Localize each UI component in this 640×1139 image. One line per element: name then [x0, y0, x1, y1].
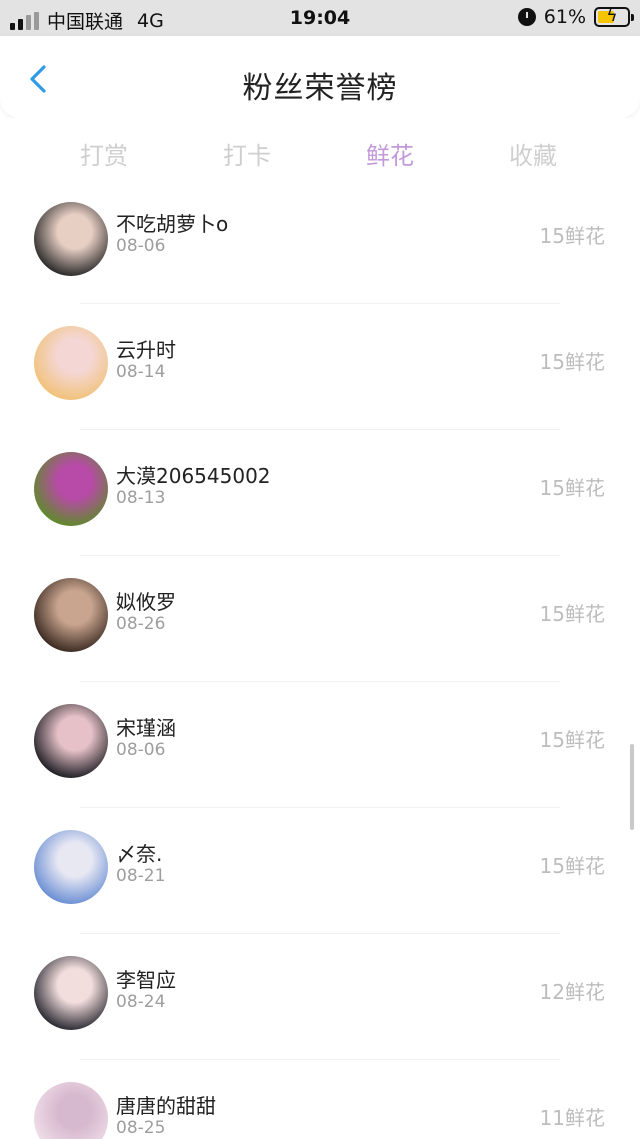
screen: 中国联通 4G 19:04 61% ϟ 粉丝荣誉榜 打赏 打卡 鲜花 收藏 不吃… — [0, 0, 640, 1139]
fan-list[interactable]: 不吃胡萝卜o 08-06 15鲜花 云升时 08-14 15鲜花 大漠20654… — [0, 198, 640, 1139]
flower-count: 15鲜花 — [539, 728, 605, 752]
list-item[interactable]: 宋瑾涵 08-06 15鲜花 — [0, 682, 640, 808]
avatar[interactable] — [34, 704, 108, 778]
flower-count: 15鲜花 — [539, 854, 605, 878]
avatar[interactable] — [34, 830, 108, 904]
fan-name: 〆奈. — [116, 842, 163, 866]
fan-name: 李智应 — [116, 968, 176, 992]
fan-date: 08-21 — [116, 866, 166, 886]
avatar[interactable] — [34, 1082, 108, 1139]
fan-date: 08-14 — [116, 362, 166, 382]
flower-count: 12鲜花 — [539, 980, 605, 1004]
alarm-icon — [517, 8, 536, 26]
nav-header: 粉丝荣誉榜 — [0, 36, 640, 118]
bolt-icon: ϟ — [606, 6, 618, 26]
list-item[interactable]: 李智应 08-24 12鲜花 — [0, 934, 640, 1060]
fan-date: 08-06 — [116, 236, 166, 256]
avatar[interactable] — [34, 452, 108, 526]
fan-date: 08-24 — [116, 992, 166, 1012]
status-bar: 中国联通 4G 19:04 61% ϟ — [0, 0, 640, 36]
fan-date: 08-25 — [116, 1118, 166, 1138]
fan-name: 姒攸罗 — [116, 590, 176, 614]
fan-date: 08-26 — [116, 614, 166, 634]
avatar[interactable] — [34, 578, 108, 652]
avatar[interactable] — [34, 956, 108, 1030]
avatar[interactable] — [34, 202, 108, 276]
flower-count: 15鲜花 — [539, 224, 605, 248]
list-item[interactable]: 姒攸罗 08-26 15鲜花 — [0, 556, 640, 682]
avatar[interactable] — [34, 326, 108, 400]
tab-tips[interactable]: 打赏 — [44, 136, 164, 171]
list-item[interactable]: 云升时 08-14 15鲜花 — [0, 304, 640, 430]
tab-bar: 打赏 打卡 鲜花 收藏 — [0, 118, 640, 198]
flower-count: 11鲜花 — [539, 1106, 605, 1130]
flower-count: 15鲜花 — [539, 602, 605, 626]
fan-name: 云升时 — [116, 338, 176, 362]
fan-date: 08-06 — [116, 740, 166, 760]
fan-name: 唐唐的甜甜 — [116, 1094, 216, 1118]
tab-checkin[interactable]: 打卡 — [187, 136, 307, 171]
list-item[interactable]: 唐唐的甜甜 08-25 11鲜花 — [0, 1060, 640, 1139]
flower-count: 15鲜花 — [539, 476, 605, 500]
battery-percent: 61% — [543, 6, 586, 28]
tab-favorites[interactable]: 收藏 — [473, 136, 593, 171]
tab-flowers[interactable]: 鲜花 — [330, 136, 450, 171]
list-item[interactable]: 大漠206545002 08-13 15鲜花 — [0, 430, 640, 556]
fan-name: 宋瑾涵 — [116, 716, 176, 740]
page-title: 粉丝荣誉榜 — [242, 71, 398, 106]
fan-date: 08-13 — [116, 488, 166, 508]
battery-charging-icon: ϟ — [594, 6, 634, 27]
flower-count: 15鲜花 — [539, 350, 605, 374]
scrollbar[interactable] — [630, 744, 634, 830]
fan-name: 不吃胡萝卜o — [116, 212, 229, 236]
list-item[interactable]: 〆奈. 08-21 15鲜花 — [0, 808, 640, 934]
fan-name: 大漠206545002 — [116, 464, 271, 488]
status-right: 61% ϟ — [517, 6, 634, 28]
